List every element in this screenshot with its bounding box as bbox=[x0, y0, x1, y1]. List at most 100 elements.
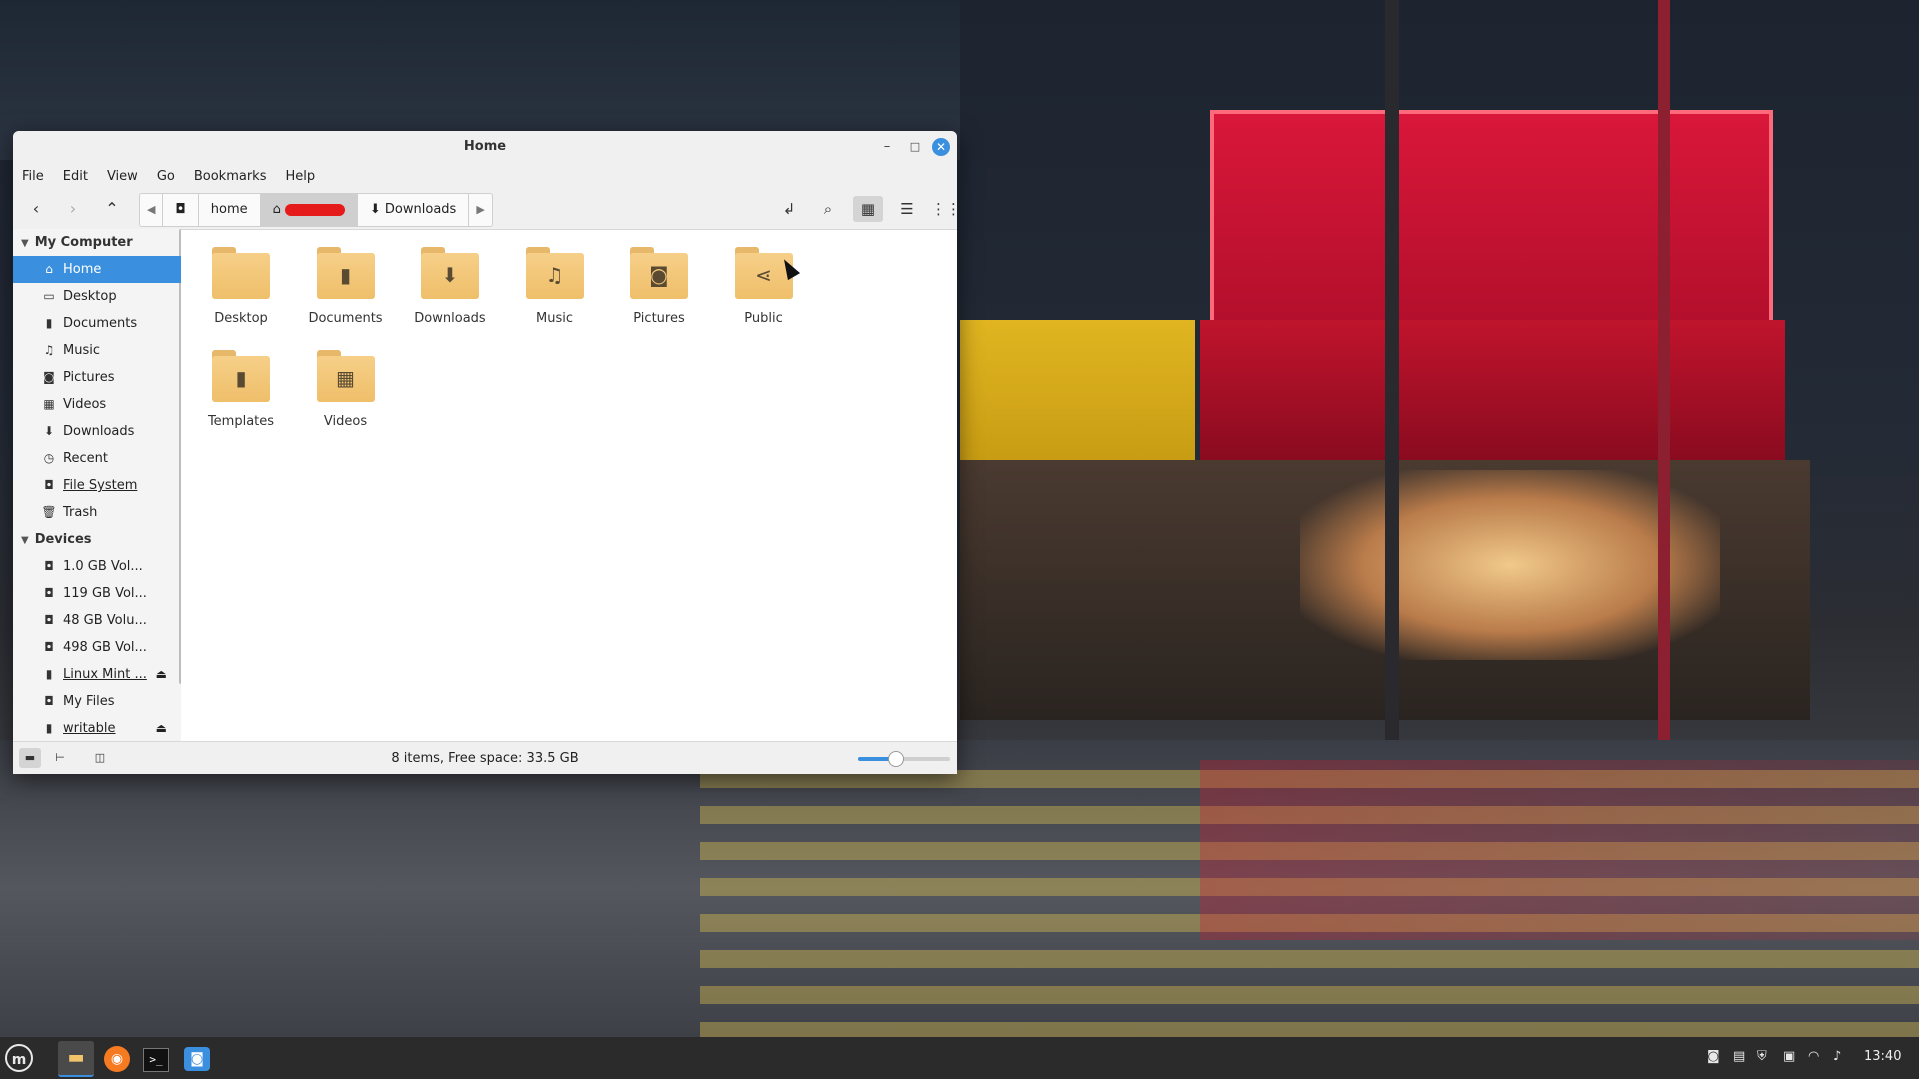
list-icon: ☰ bbox=[900, 200, 914, 218]
sidebar-section-header[interactable]: ▼ My Computer bbox=[13, 229, 181, 256]
main-content: ▼ My Computer ⌂ Home ▭ Desktop ▮ Documents ♫ Musi… bbox=[13, 229, 957, 741]
sidebar-item-label: Pictures bbox=[63, 370, 115, 385]
file-item-templates[interactable]: ▮ Templates bbox=[181, 350, 301, 429]
tray-wifi-icon[interactable]: ◠ bbox=[1808, 1049, 1819, 1064]
sidebar-item-linux-mint[interactable]: ▮ Linux Mint ... ⏏ bbox=[13, 661, 181, 688]
taskbar-firefox-button[interactable]: ◉ bbox=[99, 1041, 135, 1075]
sidebar-section-header[interactable]: ▼ Devices bbox=[13, 526, 181, 553]
tray-shield-icon[interactable]: ⛨ bbox=[1757, 1049, 1767, 1064]
folder-documents-icon: ▮ bbox=[316, 247, 375, 299]
zoom-slider-handle[interactable] bbox=[887, 751, 904, 767]
sidebar-item-home[interactable]: ⌂ Home bbox=[13, 256, 181, 283]
back-button[interactable]: ‹ bbox=[23, 196, 49, 222]
compact-view-button[interactable]: ⋮⋮ bbox=[931, 196, 957, 222]
eject-icon[interactable]: ⏏ bbox=[156, 661, 167, 688]
folder-videos-icon: ▦ bbox=[316, 350, 375, 402]
menu-help[interactable]: Help bbox=[285, 169, 315, 184]
breadcrumb-user[interactable]: ⌂ bbox=[260, 194, 358, 226]
breadcrumb-downloads[interactable]: ⬇ Downloads bbox=[358, 194, 470, 226]
firefox-icon: ◉ bbox=[104, 1046, 130, 1072]
sidebar: ▼ My Computer ⌂ Home ▭ Desktop ▮ Documents ♫ Musi… bbox=[13, 229, 181, 741]
sidebar-item-trash[interactable]: 🗑 Trash bbox=[13, 499, 181, 526]
breadcrumb-downloads-label: Downloads bbox=[384, 202, 457, 217]
triangle-down-icon[interactable]: ▼ bbox=[21, 230, 29, 257]
sidebar-item-documents[interactable]: ▮ Documents bbox=[13, 310, 181, 337]
drive-icon: ◘ bbox=[44, 613, 54, 627]
folder-templates-icon: ▮ bbox=[212, 350, 270, 402]
breadcrumb-scroll-left[interactable]: ◀ bbox=[140, 194, 164, 226]
icon-view-button[interactable]: ▦ bbox=[853, 196, 883, 222]
sidebar-item-label: 48 GB Volu... bbox=[63, 613, 147, 628]
sidebar-item-file-system[interactable]: ◘ File System bbox=[13, 472, 181, 499]
search-button[interactable]: ⌕ bbox=[813, 196, 843, 222]
breadcrumb-scroll-right[interactable]: ▶ bbox=[469, 194, 491, 226]
grid-icon: ▦ bbox=[860, 200, 876, 218]
up-button[interactable]: ⌃ bbox=[99, 196, 125, 222]
sidebar-item-writable[interactable]: ▮ writable ⏏ bbox=[13, 715, 181, 741]
sidebar-item-1-0-gb-vol[interactable]: ◘ 1.0 GB Vol... bbox=[13, 553, 181, 580]
file-grid: Desktop ▮ Documents ⬇ Downloads ♫ Music ◙ Pictur… bbox=[193, 229, 957, 741]
sidebar-item-pictures[interactable]: ◙ Pictures bbox=[13, 364, 181, 391]
file-name: Downloads bbox=[414, 311, 486, 326]
tray-screenshot-icon[interactable]: ◙ bbox=[1707, 1049, 1720, 1064]
tray-volume-icon[interactable]: ♪ bbox=[1833, 1049, 1841, 1064]
title-bar[interactable]: Home – □ ✕ bbox=[13, 131, 957, 163]
tray-clipboard-icon[interactable]: ▤ bbox=[1733, 1049, 1745, 1064]
tray-update-icon[interactable]: ▣ bbox=[1783, 1049, 1795, 1064]
taskbar-files-button[interactable]: ▬ bbox=[58, 1041, 94, 1077]
sidebar-item-my-files[interactable]: ◘ My Files bbox=[13, 688, 181, 715]
clock[interactable]: 13:40 bbox=[1864, 1049, 1901, 1064]
sidebar-item-498-gb-vol[interactable]: ◘ 498 GB Vol... bbox=[13, 634, 181, 661]
menu-go[interactable]: Go bbox=[157, 169, 175, 184]
file-item-music[interactable]: ♫ Music bbox=[495, 247, 615, 326]
file-item-videos[interactable]: ▦ Videos bbox=[286, 350, 406, 429]
sidebar-item-label: File System bbox=[63, 478, 138, 493]
sidebar-item-music[interactable]: ♫ Music bbox=[13, 337, 181, 364]
sidebar-item-label: My Files bbox=[63, 694, 115, 709]
breadcrumb-home[interactable]: home bbox=[199, 194, 261, 226]
drive-icon: ◘ bbox=[44, 478, 54, 492]
forward-button[interactable]: › bbox=[60, 196, 86, 222]
sidebar-item-label: 119 GB Vol... bbox=[63, 586, 147, 601]
file-item-desktop[interactable]: Desktop bbox=[181, 247, 301, 326]
file-item-public[interactable]: ⋖ Public bbox=[704, 247, 824, 326]
search-icon: ⌕ bbox=[823, 200, 833, 218]
minimize-button[interactable]: – bbox=[878, 138, 896, 156]
breadcrumb-root[interactable]: ◘ bbox=[163, 194, 199, 226]
zoom-slider[interactable] bbox=[858, 751, 950, 767]
music-icon: ♫ bbox=[43, 343, 55, 357]
folder-download-icon: ⬇ bbox=[421, 247, 479, 299]
chevron-up-icon: ⌃ bbox=[105, 199, 119, 218]
menu-edit[interactable]: Edit bbox=[63, 169, 88, 184]
menu-file[interactable]: File bbox=[22, 169, 44, 184]
taskbar-screenshot-button[interactable]: ◙ bbox=[179, 1041, 215, 1075]
drive-icon: ◘ bbox=[44, 586, 54, 600]
file-item-documents[interactable]: ▮ Documents bbox=[286, 247, 406, 326]
drive-icon: ◘ bbox=[175, 202, 186, 217]
maximize-button[interactable]: □ bbox=[906, 138, 924, 156]
sidebar-item-desktop[interactable]: ▭ Desktop bbox=[13, 283, 181, 310]
menu-bookmarks[interactable]: Bookmarks bbox=[194, 169, 267, 184]
triangle-down-icon[interactable]: ▼ bbox=[21, 527, 29, 554]
sidebar-item-recent[interactable]: ◷ Recent bbox=[13, 445, 181, 472]
file-item-downloads[interactable]: ⬇ Downloads bbox=[390, 247, 510, 326]
clock-icon: ◷ bbox=[43, 451, 55, 465]
taskbar-terminal-button[interactable]: >_ bbox=[138, 1041, 174, 1075]
sidebar-item-videos[interactable]: ▦ Videos bbox=[13, 391, 181, 418]
eject-icon[interactable]: ⏏ bbox=[156, 715, 167, 741]
sidebar-item-48-gb-volu[interactable]: ◘ 48 GB Volu... bbox=[13, 607, 181, 634]
download-icon: ⬇ bbox=[43, 424, 55, 438]
drive-icon: ◘ bbox=[44, 694, 54, 708]
list-view-button[interactable]: ☰ bbox=[892, 196, 922, 222]
close-button[interactable]: ✕ bbox=[932, 138, 950, 156]
file-item-pictures[interactable]: ◙ Pictures bbox=[599, 247, 719, 326]
mint-menu-button[interactable]: m bbox=[5, 1044, 33, 1072]
wallpaper-store-glow bbox=[1300, 470, 1720, 660]
folder-icon bbox=[212, 247, 270, 299]
usb-icon: ▮ bbox=[45, 721, 53, 735]
file-manager-window: Home – □ ✕ File Edit View Go Bookmarks H… bbox=[13, 131, 957, 774]
sidebar-item-119-gb-vol[interactable]: ◘ 119 GB Vol... bbox=[13, 580, 181, 607]
sidebar-item-downloads[interactable]: ⬇ Downloads bbox=[13, 418, 181, 445]
open-terminal-button[interactable]: ↲ bbox=[774, 196, 804, 222]
menu-view[interactable]: View bbox=[107, 169, 138, 184]
